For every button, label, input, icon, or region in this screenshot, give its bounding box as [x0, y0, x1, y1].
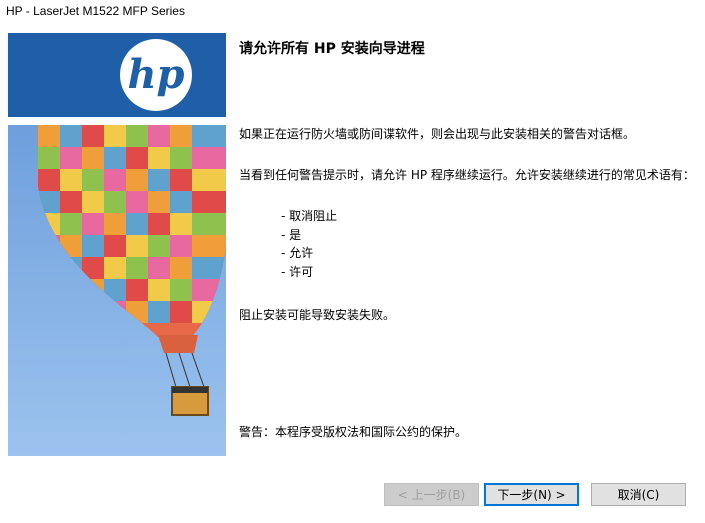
balloon-illustration — [8, 125, 226, 456]
hp-logo-panel: hp — [8, 33, 226, 117]
hp-logo-icon: hp — [120, 39, 192, 111]
list-item: - 取消阻止 — [281, 209, 338, 223]
balloon-skirt — [158, 335, 198, 353]
allow-instructions: 当看到任何警告提示时，请允许 HP 程序继续运行。允许安装继续进行的常见术语有： — [239, 168, 695, 182]
firewall-notice: 如果正在运行防火墙或防间谍软件，则会出现与此安装相关的警告对话框。 — [239, 127, 636, 141]
window-title: HP - LaserJet M1522 MFP Series — [6, 4, 185, 18]
hp-logo-text: hp — [127, 51, 184, 98]
page-title: 请允许所有 HP 安装向导进程 — [239, 41, 425, 57]
cancel-button[interactable]: 取消(C) — [591, 483, 686, 506]
divider — [0, 467, 705, 468]
list-item: - 许可 — [281, 264, 314, 279]
list-item: - 允许 — [281, 246, 314, 260]
next-button[interactable]: 下一步(N) > — [484, 483, 579, 506]
title-bar: HP - LaserJet M1522 MFP Series — [0, 0, 705, 24]
back-button[interactable]: < 上一步(B) — [384, 483, 479, 506]
list-item: - 是 — [281, 227, 302, 242]
hot-air-balloon-image — [8, 125, 226, 456]
main-content: 请允许所有 HP 安装向导进程 如果正在运行防火墙或防间谍软件，则会出现与此安装… — [239, 33, 699, 463]
failure-warning: 阻止安装可能导致安装失败。 — [239, 308, 396, 322]
allow-terms-list: - 取消阻止 - 是 - 允许 - 许可 — [281, 207, 337, 281]
copyright-warning: 警告：本程序受版权法和国际公约的保护。 — [239, 425, 468, 439]
